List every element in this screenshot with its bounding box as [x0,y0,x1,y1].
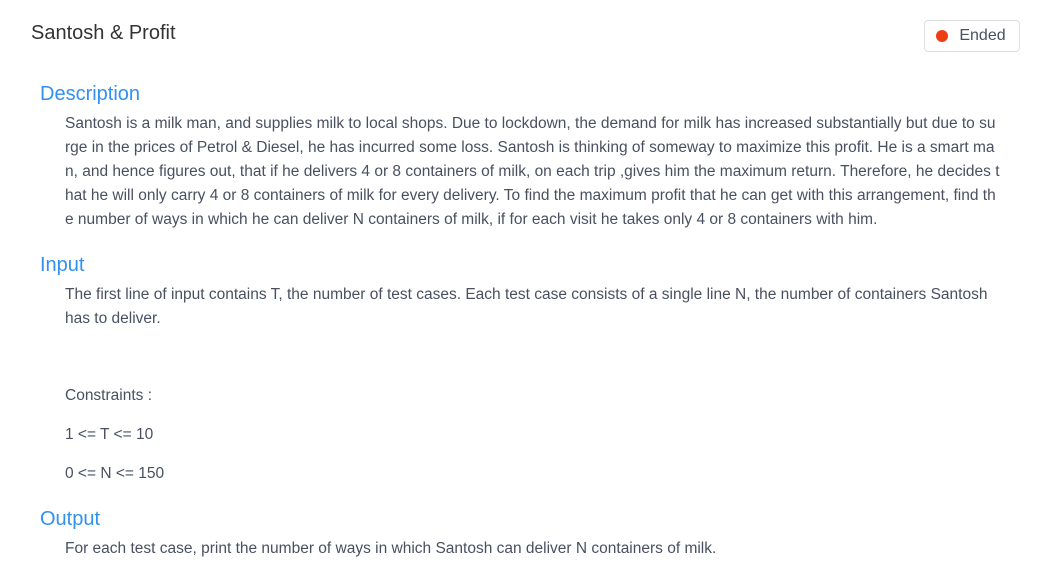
status-dot-icon [936,30,949,42]
problem-content: Description Santosh is a milk man, and s… [40,82,1000,561]
constraint-t: 1 <= T <= 10 [65,426,154,443]
status-label: Ended [959,27,1006,44]
description-section: Description Santosh is a milk man, and s… [40,82,1000,232]
description-heading: Description [40,83,141,105]
constraints-label: Constraints : [65,387,153,404]
input-text: The first line of input contains T, the … [65,286,988,327]
output-text: For each test case, print the number of … [65,540,717,557]
problem-title: Santosh & Profit [31,22,176,44]
input-spacer [65,331,1000,384]
output-section: Output For each test case, print the num… [40,507,1000,561]
description-body: Santosh is a milk man, and supplies milk… [40,112,1000,232]
constraint-n: 0 <= N <= 150 [65,465,165,482]
input-heading: Input [40,254,85,276]
description-text: Santosh is a milk man, and supplies milk… [65,115,1000,228]
input-body: The first line of input contains T, the … [40,283,1000,486]
output-body: For each test case, print the number of … [40,537,1000,561]
output-heading: Output [40,508,101,530]
problem-page: Santosh & Profit Ended Description Santo… [0,0,1050,584]
status-badge: Ended [924,20,1020,52]
input-section: Input The first line of input contains T… [40,253,1000,486]
